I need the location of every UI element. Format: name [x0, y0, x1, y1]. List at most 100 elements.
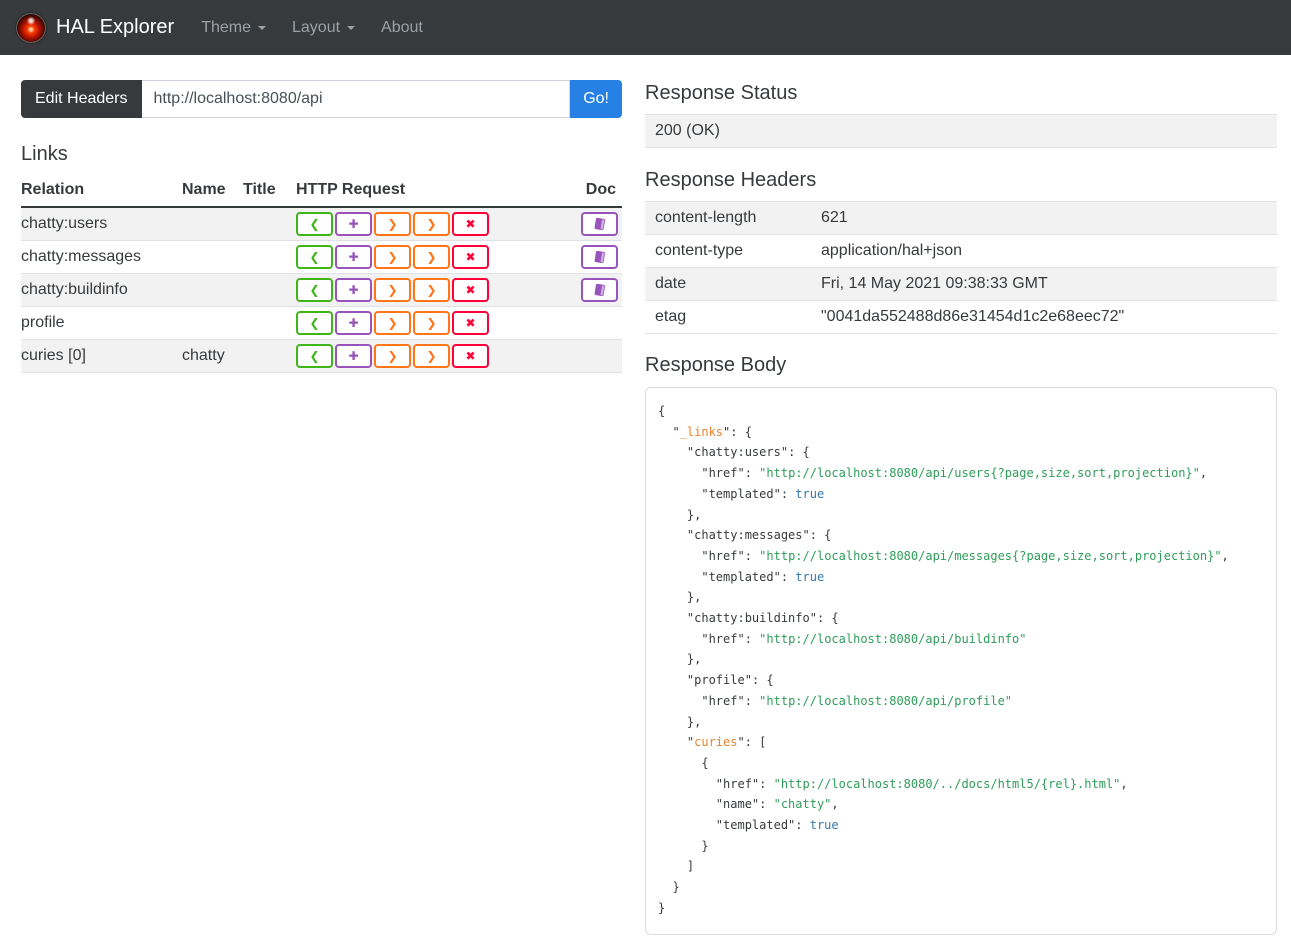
get-request-button[interactable]: ❮ — [296, 277, 333, 302]
doc-book-icon — [593, 217, 607, 231]
response-status-row: 200 (OK) — [645, 114, 1277, 148]
response-body-title: Response Body — [645, 354, 787, 376]
delete-request-button[interactable]: ✖ — [452, 310, 489, 335]
hal-eye-logo-icon — [16, 12, 46, 43]
response-header-row: etag "0041da552488d86e31454d1c2e68eec72" — [645, 300, 1277, 334]
code-line: "name": "chatty", — [715, 797, 839, 812]
nav-item-label: Layout — [292, 18, 341, 36]
put-request-button[interactable]: ❯ — [374, 277, 411, 302]
get-request-button[interactable]: ❮ — [296, 310, 333, 335]
http-request-cell: ❮ ✚ ❯ ❯ ✖ — [296, 239, 576, 273]
response-headers-table: content-length 621 content-type application… — [645, 201, 1277, 334]
links-table-row: chatty:messages ❮ ✚ ❯ ❯ ✖ — [21, 239, 622, 273]
post-request-button[interactable]: ✚ — [335, 343, 372, 368]
code-line: { — [658, 755, 709, 770]
links-table: Relation Name Title HTTP Request Doc cha… — [21, 178, 622, 373]
doc-button[interactable] — [581, 277, 618, 302]
code-line: } — [658, 838, 709, 853]
patch-request-button[interactable]: ❯ — [413, 310, 450, 335]
doc-cell — [576, 272, 622, 306]
code-line: "chatty:users": { — [686, 445, 810, 460]
put-request-button[interactable]: ❯ — [374, 244, 411, 269]
code-line: "href": "http://localhost:8080/api/messa… — [701, 548, 1229, 563]
code-line: "profile": { — [686, 673, 774, 688]
response-header-row: content-length 621 — [645, 201, 1277, 235]
url-input[interactable] — [141, 80, 571, 118]
nav-item-theme[interactable]: Theme — [188, 19, 279, 37]
response-header-value: application/hal+json — [811, 234, 1277, 268]
http-request-button-group: ❮ ✚ ❯ ❯ ✖ — [296, 244, 576, 269]
doc-button[interactable] — [581, 244, 618, 269]
put-request-button[interactable]: ❯ — [374, 211, 411, 236]
delete-request-button[interactable]: ✖ — [452, 244, 489, 269]
response-headers-title: Response Headers — [645, 169, 817, 191]
nav-item-layout[interactable]: Layout — [279, 19, 368, 37]
name-cell — [182, 305, 243, 339]
code-line: { — [658, 404, 666, 418]
brand-title: HAL Explorer — [56, 16, 175, 38]
code-line: "href": "http://localhost:8080/api/build… — [701, 631, 1027, 646]
patch-request-button[interactable]: ❯ — [413, 343, 450, 368]
left-column: Edit Headers Go! Links Relation Name Tit… — [21, 80, 622, 373]
response-header-row: date Fri, 14 May 2021 09:38:33 GMT — [645, 267, 1277, 301]
post-request-button[interactable]: ✚ — [335, 211, 372, 236]
links-table-row: curies [0] chatty ❮ ✚ ❯ ❯ ✖ — [21, 338, 622, 373]
code-line: "templated": true — [701, 569, 825, 584]
nav-item-about[interactable]: About — [368, 19, 436, 37]
doc-button[interactable] — [581, 211, 618, 236]
doc-cell — [576, 206, 622, 240]
code-line: "curies": [ — [658, 735, 767, 750]
doc-book-icon — [593, 283, 607, 297]
links-section-title: Links — [21, 143, 68, 165]
response-header-key: content-type — [645, 234, 811, 268]
post-request-button[interactable]: ✚ — [335, 244, 372, 269]
response-header-value: "0041da552488d86e31454d1c2e68eec72" — [811, 300, 1277, 334]
code-line: } — [658, 880, 680, 895]
delete-request-button[interactable]: ✖ — [452, 277, 489, 302]
get-request-button[interactable]: ❮ — [296, 343, 333, 368]
code-line: "chatty:buildinfo": { — [686, 611, 839, 626]
nav-item-label: Theme — [201, 18, 251, 36]
relation-cell: chatty:messages — [21, 239, 182, 273]
column-header-name: Name — [182, 178, 243, 208]
title-cell — [243, 206, 296, 240]
relation-cell: chatty:users — [21, 206, 182, 240]
http-request-button-group: ❮ ✚ ❯ ❯ ✖ — [296, 211, 576, 236]
patch-request-button[interactable]: ❯ — [413, 277, 450, 302]
links-table-header-row: Relation Name Title HTTP Request Doc — [21, 178, 622, 208]
code-line: "href": "http://localhost:8080/api/profi… — [701, 693, 1013, 708]
go-button[interactable]: Go! — [570, 80, 622, 118]
post-request-button[interactable]: ✚ — [335, 277, 372, 302]
code-line: }, — [658, 652, 702, 667]
http-request-cell: ❮ ✚ ❯ ❯ ✖ — [296, 206, 576, 240]
brand[interactable]: HAL Explorer — [16, 12, 175, 43]
name-cell — [182, 239, 243, 273]
code-line: "href": "http://localhost:8080/../docs/h… — [715, 776, 1128, 791]
get-request-button[interactable]: ❮ — [296, 211, 333, 236]
post-request-button[interactable]: ✚ — [335, 310, 372, 335]
title-cell — [243, 239, 296, 273]
code-line: "templated": true — [715, 818, 839, 833]
put-request-button[interactable]: ❯ — [374, 343, 411, 368]
code-line: } — [658, 900, 666, 915]
get-request-button[interactable]: ❮ — [296, 244, 333, 269]
navbar-menu: Theme Layout About — [188, 19, 436, 37]
response-header-key: content-length — [645, 201, 811, 235]
code-line: }, — [658, 507, 702, 522]
edit-headers-button[interactable]: Edit Headers — [21, 80, 142, 118]
doc-cell — [576, 239, 622, 273]
patch-request-button[interactable]: ❯ — [413, 211, 450, 236]
code-line: "href": "http://localhost:8080/api/users… — [701, 466, 1208, 481]
response-header-key: etag — [645, 300, 811, 334]
put-request-button[interactable]: ❯ — [374, 310, 411, 335]
column-header-doc: Doc — [576, 178, 622, 208]
doc-cell — [576, 338, 622, 373]
http-request-cell: ❮ ✚ ❯ ❯ ✖ — [296, 272, 576, 306]
relation-cell: profile — [21, 305, 182, 339]
delete-request-button[interactable]: ✖ — [452, 211, 489, 236]
http-request-cell: ❮ ✚ ❯ ❯ ✖ — [296, 305, 576, 339]
code-line: ] — [658, 859, 695, 874]
code-line: }, — [658, 714, 702, 729]
patch-request-button[interactable]: ❯ — [413, 244, 450, 269]
delete-request-button[interactable]: ✖ — [452, 343, 489, 368]
